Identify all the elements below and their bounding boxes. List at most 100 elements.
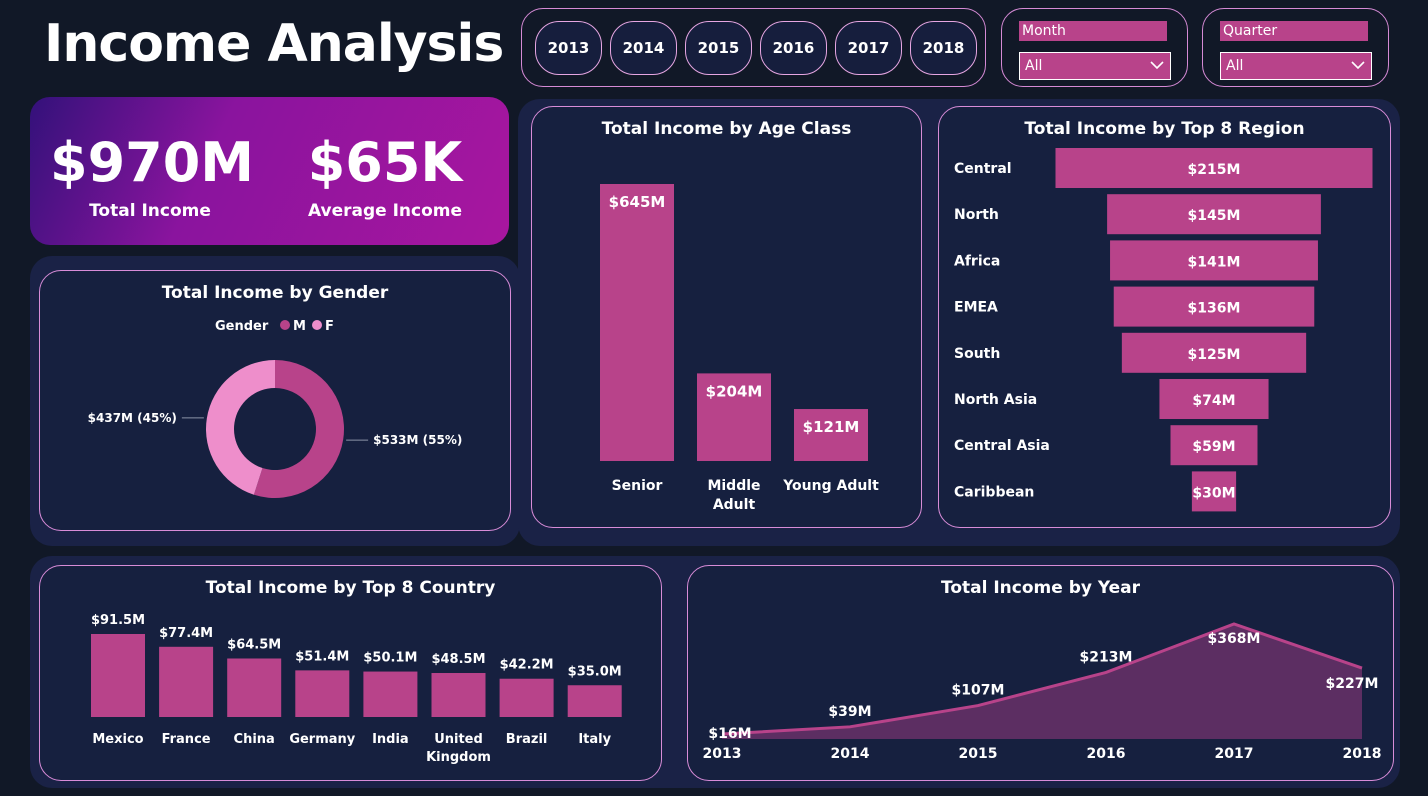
country-bar-brazil (499, 678, 554, 717)
year-button-2017[interactable]: 2017 (835, 21, 902, 75)
average-income-label: Average Income (307, 201, 463, 221)
year-area-fill (722, 624, 1362, 739)
gender-legend-marker-m (280, 320, 290, 330)
country-bar-value-italy: $35.0M (568, 664, 622, 679)
year-tick-label-2015: 2015 (959, 746, 998, 762)
region-funnel-chart: Central $215M North $145M Africa $141M EMEA $13… (954, 148, 1373, 512)
region-bar-value-emea: $136M (1188, 301, 1241, 317)
country-bars: $91.5M Mexico $77.4M France $64.5M China $51.4… (91, 613, 622, 765)
country-bar-germany (295, 670, 350, 717)
month-dropdown-value: All (1025, 58, 1043, 74)
year-data-label-2015: $107M (952, 683, 1005, 699)
year-button-2015[interactable]: 2015 (685, 21, 752, 75)
country-bar-value-united-kingdom: $48.5M (431, 652, 485, 667)
total-income-value: $970M (50, 131, 255, 194)
country-category-label-brazil: Brazil (506, 732, 548, 747)
gender-legend-title: Gender (215, 319, 269, 334)
year-tick-label-2018: 2018 (1343, 746, 1382, 762)
country-bar-france (159, 646, 214, 717)
year-data-label-2016: $213M (1080, 649, 1133, 665)
year-data-label-2014: $39M (828, 704, 871, 720)
chevron-down-icon (1150, 61, 1164, 70)
age-bar-value-senior: $645M (609, 193, 666, 211)
gender-donut-chart: Gender M F $533M (55%) $437M (45%) (88, 319, 463, 498)
year-data-label-2017: $368M (1208, 631, 1261, 647)
kpi-card: $970M Total Income $65K Average Income (30, 97, 509, 245)
age-category-label-middle-adult: Middle (707, 478, 760, 494)
year-button-2018[interactable]: 2018 (910, 21, 977, 75)
country-category-label-italy: Italy (578, 732, 611, 747)
chevron-down-icon (1351, 61, 1365, 70)
age-category-label-young-adult: Young Adult (782, 478, 879, 494)
country-bar-chart: $91.5M Mexico $77.4M France $64.5M China $51.4… (91, 613, 622, 765)
country-category-label-germany: Germany (289, 732, 355, 747)
year-button-2016[interactable]: 2016 (760, 21, 827, 75)
year-tick-label-2014: 2014 (831, 746, 870, 762)
region-bar-value-central: $215M (1188, 162, 1241, 178)
gender-legend: Gender M F (215, 319, 334, 334)
age-category-label-middle-adult-line2: Adult (713, 497, 756, 513)
country-bar-value-germany: $51.4M (295, 649, 349, 664)
gender-labels: $533M (55%) $437M (45%) (88, 411, 463, 447)
year-area: $16M 2013 $39M 2014 $107M 2015 $213M 2016 $368M 2… (703, 622, 1382, 762)
age-class-chart-card: Total Income by Age Class $645M Senior $20… (531, 106, 922, 528)
region-chart-card: Total Income by Top 8 Region Central $215… (938, 106, 1391, 528)
month-slicer-label: Month (1019, 21, 1167, 41)
country-category-label-united-kingdom: United (434, 732, 483, 747)
total-income-label: Total Income (89, 201, 211, 221)
region-bar-value-caribbean: $30M (1192, 485, 1235, 501)
average-income-value: $65K (307, 131, 463, 194)
region-label-caribbean: Caribbean (954, 484, 1034, 500)
country-bar-italy (567, 685, 622, 717)
region-bar-value-south: $125M (1188, 347, 1241, 363)
year-area-chart: $16M 2013 $39M 2014 $107M 2015 $213M 2016 $368M 2… (703, 622, 1382, 762)
page-title: Income Analysis (44, 14, 504, 74)
month-slicer: Month All (1001, 8, 1188, 87)
region-bar-value-africa: $141M (1188, 254, 1241, 270)
quarter-slicer-label: Quarter (1220, 21, 1368, 41)
country-category-label-india: India (372, 732, 409, 747)
region-label-north-asia: North Asia (954, 392, 1037, 408)
year-button-2013[interactable]: 2013 (535, 21, 602, 75)
country-bar-value-china: $64.5M (227, 637, 281, 652)
year-data-label-2013: $16M (708, 726, 751, 742)
gender-data-label-f: $437M (45%) (88, 411, 177, 425)
region-label-africa: Africa (954, 253, 1000, 269)
gender-data-label-m: $533M (55%) (373, 433, 462, 447)
year-data-label-2018: $227M (1326, 676, 1379, 692)
year-tick-label-2016: 2016 (1087, 746, 1126, 762)
gender-legend-label-m: M (293, 319, 306, 334)
country-category-label-china: China (234, 732, 275, 747)
region-bar-value-north-asia: $74M (1192, 393, 1235, 409)
year-filter: 2013 2014 2015 2016 2017 2018 (521, 8, 986, 87)
quarter-dropdown[interactable]: All (1220, 52, 1372, 80)
gender-slices (205, 360, 344, 498)
age-bars: $645M Senior $204M Middle Adult $121M Young Ad… (600, 184, 879, 513)
region-label-emea: EMEA (954, 300, 998, 316)
year-chart-card: Total Income by Year $16M 2013 $39M 2014 $10… (687, 565, 1394, 781)
country-bar-value-france: $77.4M (159, 626, 213, 641)
region-bar-value-central-asia: $59M (1192, 439, 1235, 455)
country-category-label-mexico: Mexico (92, 732, 143, 747)
gender-chart-card: Total Income by Gender Gender M F $533M (5… (39, 270, 511, 531)
age-bar-value-young-adult: $121M (803, 418, 860, 436)
region-label-central: Central (954, 161, 1012, 177)
region-bars: Central $215M North $145M Africa $141M EMEA $13… (954, 148, 1373, 512)
gender-legend-label-f: F (325, 319, 334, 334)
year-button-2014[interactable]: 2014 (610, 21, 677, 75)
region-label-south: South (954, 346, 1000, 362)
gender-legend-marker-f (312, 320, 322, 330)
age-bar-senior (600, 184, 674, 461)
quarter-slicer: Quarter All (1202, 8, 1389, 87)
country-bar-value-brazil: $42.2M (500, 658, 554, 673)
year-tick-label-2013: 2013 (703, 746, 742, 762)
age-category-label-senior: Senior (612, 478, 663, 494)
age-class-bar-chart: $645M Senior $204M Middle Adult $121M Young Ad… (600, 184, 879, 513)
year-tick-label-2017: 2017 (1215, 746, 1254, 762)
month-dropdown[interactable]: All (1019, 52, 1171, 80)
country-bar-mexico (91, 634, 145, 717)
country-bar-china (227, 658, 282, 717)
country-category-label-france: France (162, 732, 211, 747)
country-bar-value-india: $50.1M (363, 651, 417, 666)
country-bar-india (363, 671, 418, 717)
